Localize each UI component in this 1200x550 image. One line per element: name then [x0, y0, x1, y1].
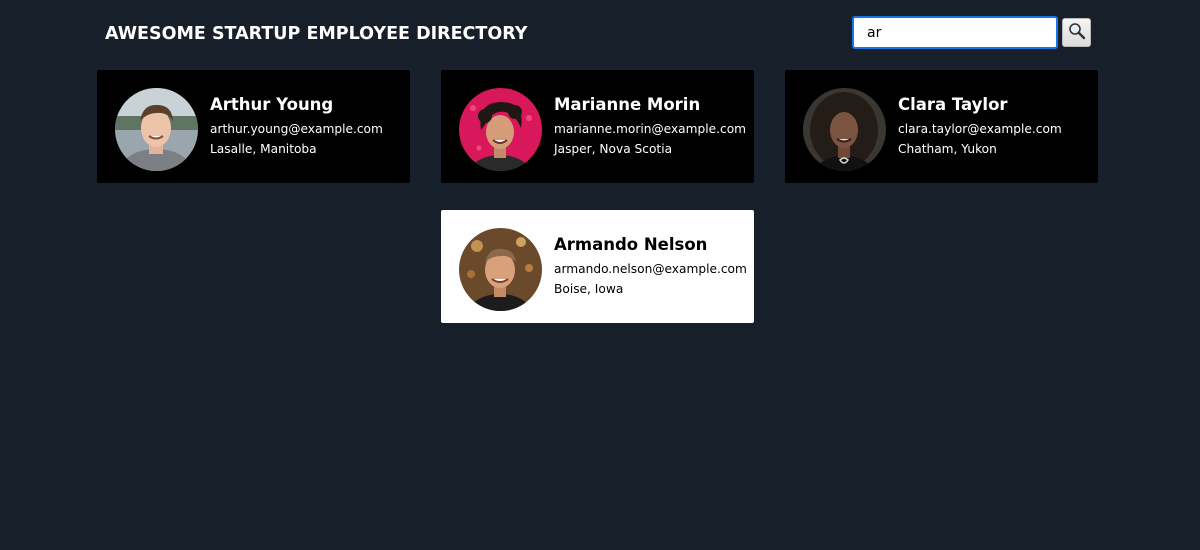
employee-location: Boise, Iowa: [554, 282, 624, 296]
employee-name: Clara Taylor: [898, 95, 1008, 114]
employee-name: Marianne Morin: [554, 95, 701, 114]
employee-card[interactable]: Arthur Young arthur.young@example.com La…: [97, 70, 410, 183]
page-title: AWESOME STARTUP EMPLOYEE DIRECTORY: [105, 24, 528, 44]
magnifier-icon: [1068, 22, 1086, 43]
employee-name: Arthur Young: [210, 95, 334, 114]
employee-location: Lasalle, Manitoba: [210, 142, 317, 156]
employee-email: arthur.young@example.com: [210, 122, 383, 136]
employee-name: Armando Nelson: [554, 235, 708, 254]
employee-location: Chatham, Yukon: [898, 142, 997, 156]
employee-card[interactable]: Marianne Morin marianne.morin@example.co…: [441, 70, 754, 183]
employee-card[interactable]: Armando Nelson armando.nelson@example.co…: [441, 210, 754, 323]
search-input[interactable]: [852, 16, 1058, 49]
employee-avatar: [459, 88, 542, 171]
employee-location: Jasper, Nova Scotia: [554, 142, 673, 156]
search-button[interactable]: [1062, 18, 1091, 47]
employee-email: marianne.morin@example.com: [554, 122, 747, 136]
employee-avatar: [803, 88, 886, 171]
employee-email: armando.nelson@example.com: [554, 262, 747, 276]
employee-card[interactable]: Clara Taylor clara.taylor@example.com Ch…: [785, 70, 1098, 183]
employee-avatar: [115, 88, 198, 171]
employee-avatar: [459, 228, 542, 311]
employee-email: clara.taylor@example.com: [898, 122, 1062, 136]
